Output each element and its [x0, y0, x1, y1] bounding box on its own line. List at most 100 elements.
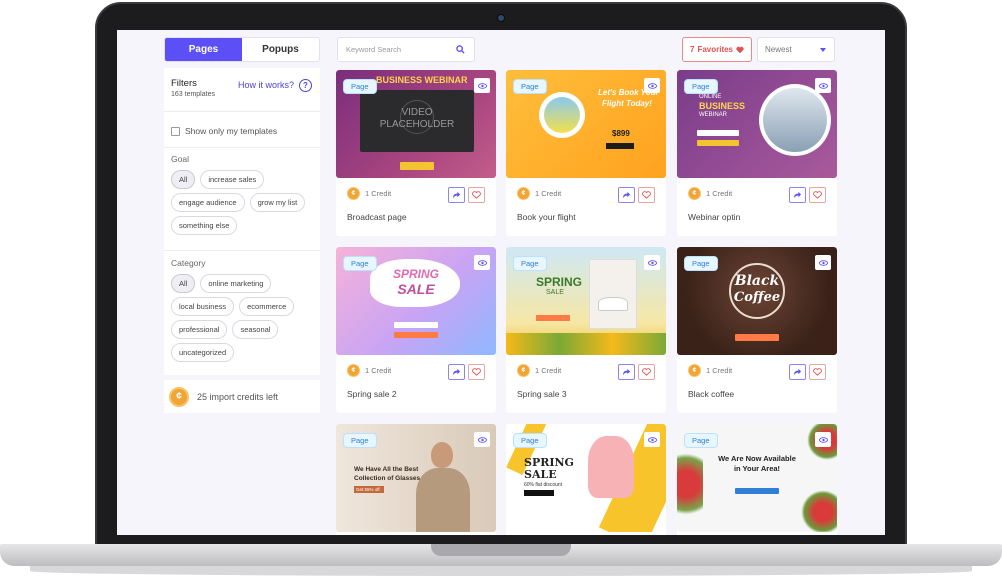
heart-icon[interactable]: [638, 364, 655, 380]
credit-label: 1 Credit: [535, 189, 562, 198]
thumb-cta: [400, 162, 434, 170]
checkbox-label: Show only my templates: [185, 126, 278, 136]
divider: [164, 250, 320, 251]
goal-chip[interactable]: increase sales: [200, 170, 265, 189]
show-only-mine-checkbox[interactable]: Show only my templates: [171, 126, 277, 136]
thumb-chair: [588, 436, 634, 498]
credit-info: ¢ 1 Credit: [688, 187, 732, 200]
thumb-text: BUSINESS WEBINAR: [376, 75, 468, 85]
template-card[interactable]: SPRING SALE 60% flat discount Page: [506, 424, 666, 535]
category-chip[interactable]: seasonal: [232, 320, 279, 339]
help-icon[interactable]: ?: [299, 79, 312, 92]
template-card[interactable]: SPRING SALE Page ¢ 1 Credit Spring sale 2: [336, 247, 496, 413]
category-chip[interactable]: local business: [171, 297, 235, 316]
eye-icon[interactable]: [644, 432, 660, 447]
thumb-field: [697, 130, 739, 136]
category-chip[interactable]: professional: [171, 320, 228, 339]
thumb-coat: [416, 468, 470, 532]
thumb-text: WEBINAR: [699, 112, 728, 118]
eye-icon[interactable]: [815, 255, 831, 270]
template-card[interactable]: BUSINESS WEBINAR VIDEO PLACEHOLDER Page …: [336, 70, 496, 236]
video-frame: VIDEO PLACEHOLDER: [360, 90, 474, 152]
thumb-face: [431, 442, 453, 468]
share-icon[interactable]: [448, 187, 465, 203]
heart-icon[interactable]: [638, 187, 655, 203]
filters-title: Filters: [171, 78, 197, 89]
template-card[interactable]: Let's Book Your Flight Today! $899 Page …: [506, 70, 666, 236]
template-name: Black coffee: [688, 389, 735, 399]
heart-icon[interactable]: [809, 187, 826, 203]
template-name: Spring sale 2: [347, 389, 397, 399]
favorites-button[interactable]: 7 Favorites: [682, 37, 752, 62]
eye-icon[interactable]: [815, 78, 831, 93]
thumb-cta: [524, 490, 554, 496]
template-card[interactable]: We Have All the Best Collection of Glass…: [336, 424, 496, 535]
thumb-cta: [536, 315, 570, 321]
template-card[interactable]: ONLINE BUSINESS WEBINAR Page ¢ 1 Credit W…: [677, 70, 837, 236]
eye-icon[interactable]: [815, 432, 831, 447]
thumb-text: SALE: [524, 468, 557, 481]
goal-chip[interactable]: something else: [171, 216, 238, 235]
goal-chip[interactable]: grow my list: [249, 193, 306, 212]
category-chip[interactable]: online marketing: [200, 274, 272, 293]
sort-select[interactable]: Newest: [757, 37, 835, 62]
template-card[interactable]: Black Coffee Page ¢ 1 Credit Black coffee: [677, 247, 837, 413]
goal-label: Goal: [171, 154, 189, 164]
thumb-text: in Your Area!: [733, 464, 781, 473]
credit-label: 1 Credit: [706, 366, 733, 375]
thumb-text: $899: [612, 129, 630, 138]
thumb-text: Black: [734, 273, 780, 289]
credit-label: 1 Credit: [706, 189, 733, 198]
page-badge: Page: [513, 256, 547, 271]
category-chip[interactable]: ecommerce: [239, 297, 295, 316]
credit-label: 1 Credit: [365, 189, 392, 198]
search-box[interactable]: [337, 37, 475, 62]
credit-coin-icon: ¢: [688, 364, 701, 377]
tab-popups[interactable]: Popups: [242, 38, 319, 61]
share-icon[interactable]: [448, 364, 465, 380]
category-chip[interactable]: All: [171, 274, 196, 293]
eye-icon[interactable]: [644, 78, 660, 93]
goal-chip[interactable]: All: [171, 170, 196, 189]
type-tabs: Pages Popups: [164, 37, 320, 62]
thumb-field: [394, 322, 438, 328]
heart-icon[interactable]: [468, 187, 485, 203]
search-input[interactable]: [346, 45, 456, 54]
template-name: Webinar optin: [688, 212, 741, 222]
thumb-text: Collection of Glasses: [354, 475, 421, 482]
thumb-cta: [606, 143, 634, 149]
tab-pages[interactable]: Pages: [165, 38, 242, 61]
search-icon[interactable]: [456, 45, 465, 54]
category-chips: All online marketing local business ecom…: [171, 274, 319, 362]
thumb-text: Coffee: [733, 290, 781, 305]
thumb-photo: [589, 259, 637, 329]
thumb-text: SALE: [546, 289, 564, 296]
template-name: Spring sale 3: [517, 389, 567, 399]
eye-icon[interactable]: [474, 78, 490, 93]
heart-icon[interactable]: [809, 364, 826, 380]
thumb-text: Flight Today!: [602, 99, 652, 108]
checkbox-box[interactable]: [171, 126, 180, 136]
heart-icon: [736, 46, 744, 53]
eye-icon[interactable]: [644, 255, 660, 270]
heart-icon[interactable]: [468, 364, 485, 380]
category-chip[interactable]: uncategorized: [171, 343, 235, 362]
filters-panel: Filters 163 templates How it works? ? Sh…: [164, 68, 320, 375]
eye-icon[interactable]: [474, 432, 490, 447]
template-card[interactable]: We Are Now Available in Your Area! Page: [677, 424, 837, 535]
page-badge: Page: [684, 256, 718, 271]
template-card[interactable]: SPRING SALE Page ¢ 1 Credit Spring sale 3: [506, 247, 666, 413]
eye-icon[interactable]: [474, 255, 490, 270]
goal-chip[interactable]: engage audience: [171, 193, 245, 212]
how-it-works-link[interactable]: How it works?: [238, 80, 294, 90]
share-icon[interactable]: [789, 364, 806, 380]
template-name: Book your flight: [517, 212, 576, 222]
thumb-chair: [598, 297, 628, 311]
thumb-text: ONLINE: [699, 94, 722, 100]
credit-info: ¢ 1 Credit: [347, 187, 391, 200]
share-icon[interactable]: [618, 187, 635, 203]
credit-label: 1 Credit: [365, 366, 392, 375]
share-icon[interactable]: [618, 364, 635, 380]
share-icon[interactable]: [789, 187, 806, 203]
page-badge: Page: [343, 79, 377, 94]
